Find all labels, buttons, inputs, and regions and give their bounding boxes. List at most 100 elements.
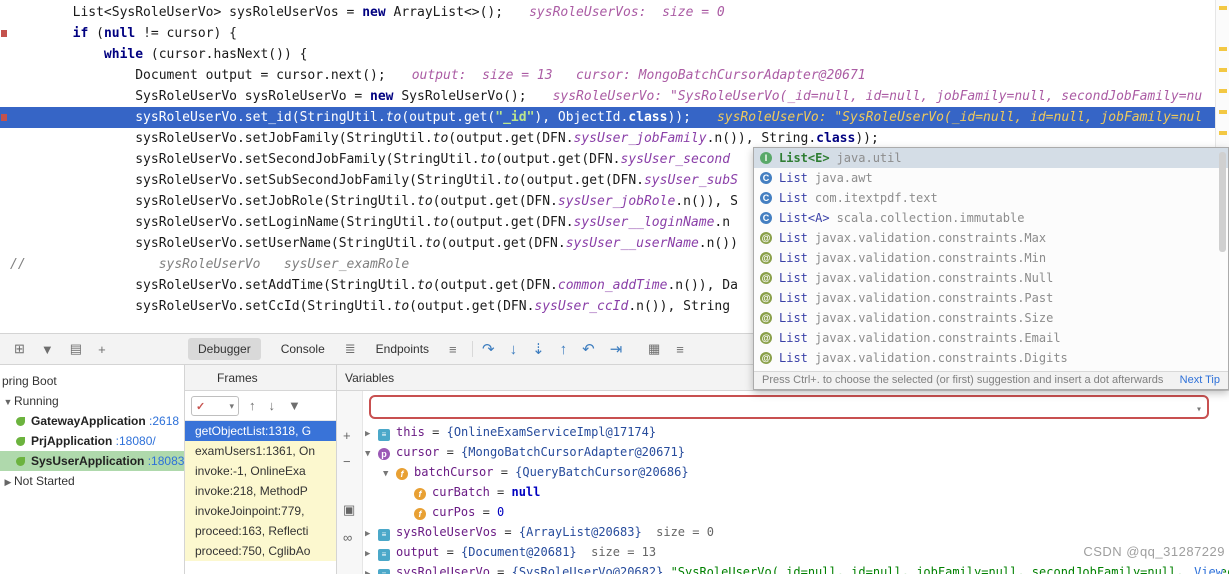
code-text: to <box>432 215 449 230</box>
frame-row[interactable]: proceed:750, CglibAo <box>185 541 336 561</box>
warning-stripe-mark[interactable] <box>1219 68 1227 72</box>
code-line[interactable]: while (cursor.hasNext()) { <box>0 44 1215 65</box>
code-line[interactable]: Document output = cursor.next(); output: … <box>0 65 1215 86</box>
variable-row[interactable]: ▼ p cursor = {MongoBatchCursorAdapter@2067… <box>337 442 1229 462</box>
group-by-icon[interactable]: ▤ <box>70 341 82 357</box>
expand-arrow-icon[interactable]: ▶ <box>365 424 378 442</box>
step-out-icon[interactable]: ↑ <box>560 341 568 358</box>
completion-item[interactable]: @ List javax.validation.constraints.Null <box>754 268 1228 288</box>
service-item[interactable]: PrjApplication :18080/ <box>0 431 184 451</box>
code-line[interactable]: List<SysRoleUserVo> sysRoleUserVos = new… <box>0 2 1215 23</box>
view-options-icon[interactable]: ⊞ <box>14 341 25 357</box>
warning-stripe-mark[interactable] <box>1219 131 1227 135</box>
completion-item[interactable]: @ List javax.validation.constraints.Email <box>754 328 1228 348</box>
completion-package: javax.validation.constraints.Size <box>814 311 1054 325</box>
code-line[interactable]: sysRoleUserVo.setJobFamily(StringUtil.to… <box>0 128 1215 149</box>
step-into-icon[interactable]: ↓ <box>510 341 518 358</box>
warning-stripe-mark[interactable] <box>1219 110 1227 114</box>
tab-console[interactable]: Console <box>271 338 335 360</box>
code-text: sysRoleUserVo.setLoginName(StringUtil. <box>10 215 433 230</box>
frame-row[interactable]: invoke:-1, OnlineExa <box>185 461 336 481</box>
variable-row[interactable]: ▼ f batchCursor = {QueryBatchCursor@20686} <box>337 462 1229 482</box>
variable-row[interactable]: ▶ ≡ this = {OnlineExamServiceImpl@17174} <box>337 422 1229 442</box>
hide-libraries-icon[interactable]: ▼ <box>288 398 301 413</box>
code-text: sysRoleUserVo.setSecondJobFamily(StringU… <box>10 152 480 167</box>
completion-item[interactable]: C List java.awt <box>754 168 1228 188</box>
code-line[interactable]: sysRoleUserVo.set_id(StringUtil.to(outpu… <box>0 107 1215 128</box>
service-item[interactable]: GatewayApplication :2618 <box>0 411 184 431</box>
service-port-link[interactable]: :2618 <box>146 414 179 428</box>
expand-arrow-icon[interactable]: ▼ <box>383 464 396 482</box>
variable-value: size = 0 <box>648 525 714 539</box>
frame-row[interactable]: invoke:218, MethodP <box>185 481 336 501</box>
expand-arrow-icon[interactable]: ▶ <box>365 544 378 562</box>
variable-row[interactable]: f curBatch = null <box>337 482 1229 502</box>
completion-item[interactable]: @ List javax.validation.constraints.Min <box>754 248 1228 268</box>
completion-item[interactable]: @ List javax.validation.constraints.Past <box>754 288 1228 308</box>
run-to-cursor-icon[interactable]: ⇥ <box>610 340 623 358</box>
code-line[interactable]: if (null != cursor) { <box>0 23 1215 44</box>
expand-arrow-icon[interactable]: ▼ <box>365 444 378 462</box>
completion-item[interactable]: @ List javax.validation.constraints.Max <box>754 228 1228 248</box>
expand-icon[interactable]: ▶ <box>2 472 14 491</box>
completion-item[interactable]: C List com.itextpdf.text <box>754 188 1228 208</box>
frame-row[interactable]: getObjectList:1318, G <box>185 421 336 441</box>
completion-item[interactable]: @ List javax.validation.constraints.Size <box>754 308 1228 328</box>
expression-input[interactable]: output.get("_joinSysDefRoleUser_").get("… <box>369 395 1209 419</box>
expand-arrow-icon[interactable]: ▶ <box>365 524 378 542</box>
thread-selector-dropdown[interactable]: ✓ ▾ <box>191 396 239 416</box>
variable-value: "SysRoleUserVo(_id=null, id=null, jobFam… <box>670 565 1229 574</box>
service-group-label: Not Started <box>14 474 75 488</box>
warning-stripe-mark[interactable] <box>1219 6 1227 10</box>
warning-stripe-mark[interactable] <box>1219 47 1227 51</box>
toolwindow-menu-icon[interactable]: ≡ <box>449 342 457 357</box>
step-over-icon[interactable]: ↷ <box>482 340 495 358</box>
variable-row[interactable]: f curPos = 0 <box>337 502 1229 522</box>
add-service-icon[interactable]: + <box>98 342 106 357</box>
service-group[interactable]: ▼ Running <box>0 391 184 411</box>
code-text: SysRoleUserVo(); <box>393 89 527 104</box>
service-item[interactable]: SysUserApplication :18083 <box>0 451 184 471</box>
tab-endpoints[interactable]: Endpoints <box>366 338 439 360</box>
service-port-link[interactable]: :18083 <box>144 454 184 468</box>
popup-scrollbar-thumb[interactable] <box>1219 152 1226 252</box>
frame-row[interactable]: examUsers1:1361, On <box>185 441 336 461</box>
expand-arrow-icon[interactable]: ▶ <box>365 564 378 574</box>
filter-icon[interactable]: ▼ <box>41 342 54 357</box>
variable-row[interactable]: ▶≡sysRoleUserVo = {SysRoleUserVo@20682} … <box>337 562 1229 574</box>
service-root[interactable]: pring Boot <box>0 371 184 391</box>
breakpoint-mark[interactable] <box>1 30 7 37</box>
completion-popup: I List<E> java.util C List java.awt C List com.i… <box>753 147 1229 390</box>
completion-item[interactable]: C List<A> scala.collection.immutable <box>754 208 1228 228</box>
drop-frame-icon[interactable]: ↶ <box>582 340 595 358</box>
expression-caret-icon[interactable]: ▾ <box>1196 400 1202 417</box>
field-variable-icon: f <box>414 488 426 500</box>
view-breakpoints-icon[interactable]: ▦ <box>648 341 660 357</box>
code-line[interactable]: SysRoleUserVo sysRoleUserVo = new SysRol… <box>0 86 1215 107</box>
frames-panel-header[interactable]: Frames <box>185 365 336 391</box>
next-tip-link[interactable]: Next Tip <box>1180 372 1220 389</box>
code-text: to <box>417 194 433 209</box>
frame-row[interactable]: invokeJoinpoint:779, <box>185 501 336 521</box>
tab-debugger[interactable]: Debugger <box>188 338 261 360</box>
completion-item[interactable]: @ List javax.validation.constraints.Digits <box>754 348 1228 368</box>
next-frame-icon[interactable]: ↓ <box>269 398 276 413</box>
settings-icon[interactable]: ≡ <box>676 342 684 357</box>
view-value-link[interactable]: View <box>1188 562 1223 574</box>
service-group[interactable]: ▶ Not Started <box>0 471 184 491</box>
console-options-icon[interactable]: ≣ <box>345 341 356 357</box>
force-step-into-icon[interactable]: ⇣ <box>532 340 545 358</box>
warning-stripe-mark[interactable] <box>1219 89 1227 93</box>
field-variable-icon: f <box>396 468 408 480</box>
completion-name: List <box>779 331 808 345</box>
completion-item[interactable]: I List<E> java.util <box>754 148 1228 168</box>
breakpoint-mark[interactable] <box>1 114 7 121</box>
frame-row[interactable]: proceed:163, Reflecti <box>185 521 336 541</box>
completion-hint-text: Press Ctrl+. to choose the selected (or … <box>762 374 1164 386</box>
variable-row[interactable]: ▶ ≡ sysRoleUserVos = {ArrayList@20683} siz… <box>337 522 1229 542</box>
variable-value: size = 13 <box>583 545 657 559</box>
completion-package: scala.collection.immutable <box>836 211 1025 225</box>
prev-frame-icon[interactable]: ↑ <box>249 398 256 413</box>
collapse-icon[interactable]: ▼ <box>2 392 14 411</box>
service-port-link[interactable]: :18080/ <box>112 434 156 448</box>
